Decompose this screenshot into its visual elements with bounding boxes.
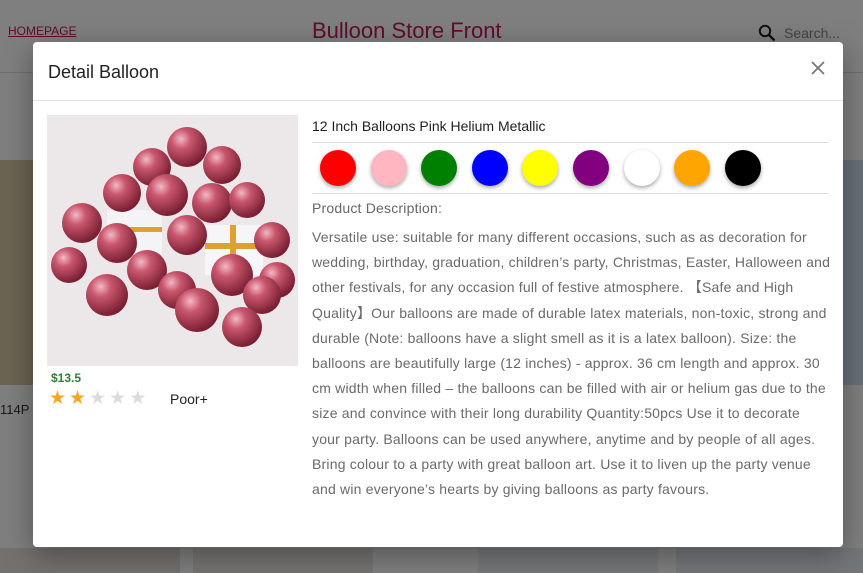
color-swatch[interactable] (421, 150, 458, 186)
modal-title: Detail Balloon (48, 62, 160, 82)
product-image (47, 115, 298, 366)
star-icon[interactable]: ★ (49, 389, 66, 409)
color-swatch[interactable] (573, 150, 609, 186)
color-swatch[interactable] (623, 150, 660, 186)
star-icon[interactable]: ★ (109, 389, 126, 409)
divider (312, 193, 829, 194)
rating-label: Poor+ (170, 391, 208, 407)
color-swatch[interactable] (522, 150, 559, 186)
color-swatch[interactable] (471, 150, 508, 186)
close-icon[interactable] (809, 59, 827, 77)
rating-stars[interactable]: ★ ★ ★ ★ ★ (49, 389, 149, 409)
product-price: $13.5 (51, 371, 82, 385)
product-name: 12 Inch Balloons Pink Helium Metallic (312, 118, 546, 134)
product-description: Versatile use: suitable for many differe… (312, 229, 831, 498)
star-icon[interactable]: ★ (89, 389, 106, 409)
detail-modal: Detail Balloon $13.5 ★ ★ ★ ★ ★ Poor+ 12 … (33, 42, 843, 547)
star-icon[interactable]: ★ (129, 389, 146, 409)
divider (312, 142, 829, 143)
star-icon[interactable]: ★ (69, 389, 86, 409)
modal-header: Detail Balloon (33, 42, 843, 101)
color-swatch[interactable] (674, 150, 711, 186)
color-swatch[interactable] (724, 150, 761, 186)
color-swatch[interactable] (370, 150, 407, 186)
description-label: Product Description: (312, 200, 443, 216)
color-swatch[interactable] (320, 150, 356, 186)
